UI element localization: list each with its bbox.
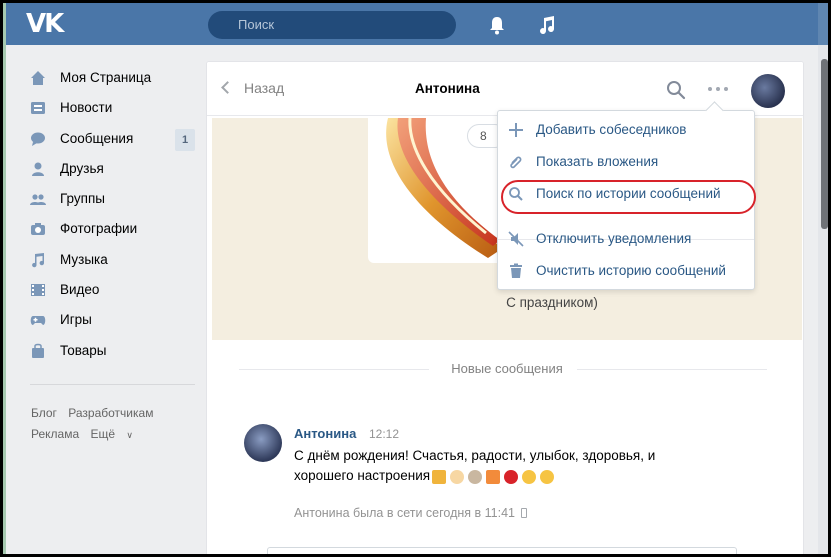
gamepad-icon bbox=[30, 316, 46, 326]
chevron-left-icon bbox=[221, 81, 234, 94]
sidebar-item-messages[interactable]: Сообщения 1 bbox=[24, 124, 199, 154]
sidebar-divider bbox=[30, 384, 195, 385]
menu-item-mute[interactable]: Отключить уведомления bbox=[498, 224, 754, 254]
highlight-annotation bbox=[501, 180, 756, 214]
sidebar-item-groups[interactable]: Группы bbox=[24, 184, 199, 214]
sidebar: Моя Страница Новости Сообщения 1 Друзья … bbox=[24, 63, 199, 366]
sidebar-item-photos[interactable]: Фотографии bbox=[24, 214, 199, 244]
sidebar-item-label: Моя Страница bbox=[60, 70, 152, 85]
sidebar-item-label: Фотографии bbox=[60, 221, 138, 237]
message-input[interactable] bbox=[267, 547, 737, 554]
online-status-text: Антонина была в сети сегодня в 11:41 bbox=[294, 506, 516, 520]
mute-icon bbox=[508, 231, 524, 247]
sidebar-footer-links: Блог Разработчикам Реклама Ещё ∨ bbox=[31, 403, 201, 446]
new-messages-label: Новые сообщения bbox=[451, 361, 563, 376]
scrollbar-thumb[interactable] bbox=[821, 59, 828, 229]
search-placeholder: Поиск bbox=[238, 17, 275, 32]
header-edge bbox=[818, 3, 828, 45]
footer-link-more-label: Ещё bbox=[90, 427, 116, 441]
search-icon[interactable] bbox=[665, 79, 687, 101]
paperclip-icon bbox=[510, 156, 522, 169]
back-label: Назад bbox=[244, 80, 285, 96]
sidebar-item-friends[interactable]: Друзья bbox=[24, 154, 199, 184]
cherries-icon bbox=[504, 469, 519, 484]
divider-line bbox=[577, 369, 767, 370]
vk-logo[interactable]: VK bbox=[26, 10, 70, 38]
vk-window: VK Поиск Моя Страница Новости Сообщения … bbox=[3, 3, 828, 554]
online-status: Антонина была в сети сегодня в 11:41 bbox=[294, 506, 528, 520]
sidebar-item-label: Друзья bbox=[60, 160, 104, 176]
messages-icon bbox=[31, 132, 45, 146]
more-dots-icon[interactable] bbox=[707, 86, 729, 92]
menu-item-label: Показать вложения bbox=[536, 154, 659, 169]
sidebar-item-label: Игры bbox=[60, 312, 92, 328]
sidebar-item-label: Новости bbox=[60, 100, 113, 116]
friend-icon bbox=[32, 162, 44, 176]
music-icon bbox=[32, 252, 45, 268]
sidebar-item-label: Товары bbox=[60, 342, 107, 358]
sidebar-item-music[interactable]: Музыка bbox=[24, 245, 199, 275]
gift-icon bbox=[432, 469, 447, 484]
wink-kiss-icon bbox=[540, 469, 555, 484]
menu-item-label: Добавить собеседников bbox=[536, 122, 687, 137]
home-icon bbox=[31, 71, 45, 85]
chat-title[interactable]: Антонина bbox=[415, 81, 480, 96]
music-icon[interactable] bbox=[536, 14, 558, 36]
ice-cream-icon bbox=[450, 469, 465, 484]
avatar[interactable] bbox=[244, 424, 282, 462]
menu-item-label: Очистить историю сообщений bbox=[536, 263, 726, 278]
menu-item-add-participants[interactable]: Добавить собеседников bbox=[498, 115, 754, 145]
gift-caption: С праздником) bbox=[212, 295, 802, 310]
trash-icon bbox=[510, 263, 522, 278]
sidebar-item-video[interactable]: Видео bbox=[24, 275, 199, 305]
sidebar-item-label: Видео bbox=[60, 282, 100, 298]
mobile-icon bbox=[521, 508, 528, 518]
divider-line bbox=[239, 369, 429, 370]
coffee-icon bbox=[468, 469, 483, 484]
menu-item-show-attachments[interactable]: Показать вложения bbox=[498, 147, 754, 177]
chat-panel: 8 С праздником) Назад Антонина Добавить … bbox=[206, 61, 804, 554]
sidebar-item-label: Музыка bbox=[60, 251, 108, 267]
chevron-down-icon: ∨ bbox=[126, 430, 133, 440]
emoji-group bbox=[432, 466, 558, 486]
sidebar-item-news[interactable]: Новости bbox=[24, 93, 199, 123]
sidebar-item-my-page[interactable]: Моя Страница bbox=[24, 63, 199, 93]
bag-icon bbox=[32, 343, 44, 358]
sidebar-item-label: Группы bbox=[60, 191, 105, 207]
menu-item-clear-history[interactable]: Очистить историю сообщений bbox=[498, 256, 754, 286]
message-author[interactable]: Антонина bbox=[294, 426, 356, 441]
search-input[interactable]: Поиск bbox=[208, 11, 456, 39]
pizza-icon bbox=[486, 469, 501, 484]
news-icon bbox=[31, 102, 45, 115]
top-bar: VK Поиск bbox=[6, 3, 828, 45]
footer-link-ads[interactable]: Реклама bbox=[31, 427, 79, 441]
video-icon bbox=[31, 284, 45, 297]
footer-link-blog[interactable]: Блог bbox=[31, 406, 57, 420]
footer-link-developers[interactable]: Разработчикам bbox=[68, 406, 153, 420]
sidebar-item-goods[interactable]: Товары bbox=[24, 336, 199, 366]
footer-link-more[interactable]: Ещё ∨ bbox=[90, 427, 141, 441]
message-time[interactable]: 12:12 bbox=[369, 427, 399, 441]
gift-caption-text: С праздником) bbox=[506, 295, 598, 310]
camera-icon bbox=[31, 223, 45, 236]
menu-item-label: Отключить уведомления bbox=[536, 231, 692, 246]
sidebar-item-games[interactable]: Игры bbox=[24, 305, 199, 335]
avatar[interactable] bbox=[751, 74, 785, 108]
bell-icon[interactable] bbox=[486, 14, 508, 36]
new-messages-divider: Новые сообщения bbox=[239, 361, 769, 377]
grin-icon bbox=[522, 469, 537, 484]
plus-icon bbox=[509, 123, 523, 137]
groups-icon bbox=[30, 194, 46, 206]
message-text: С днём рождения! Счастья, радости, улыбо… bbox=[294, 446, 714, 486]
sidebar-item-label: Сообщения bbox=[60, 130, 134, 146]
back-button[interactable]: Назад bbox=[221, 80, 285, 96]
unread-count-badge: 1 bbox=[175, 128, 195, 151]
